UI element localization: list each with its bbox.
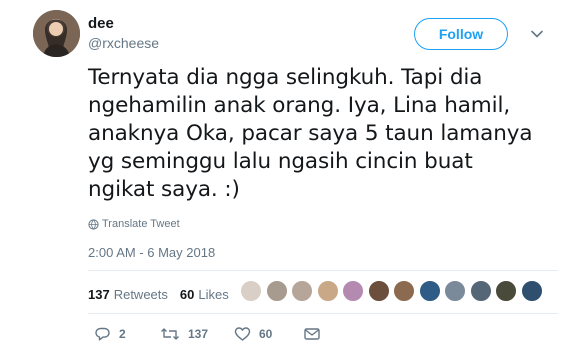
retweets-label[interactable]: Retweets [114, 287, 168, 302]
liker-avatar[interactable] [291, 280, 313, 302]
liker-avatars [240, 280, 546, 302]
display-name[interactable]: dee [88, 15, 159, 33]
avatar[interactable] [33, 10, 80, 57]
tweet-text: Ternyata dia ngga selingkuh. Tapi dia ng… [88, 65, 533, 202]
like-button[interactable]: 60 [234, 326, 272, 342]
liker-avatar[interactable] [240, 280, 262, 302]
divider [88, 270, 558, 271]
tweet-actions: 2 137 60 [88, 326, 488, 346]
retweet-icon [161, 328, 179, 340]
heart-icon [234, 327, 251, 341]
tweet-header: dee @rxcheese Follow [33, 10, 553, 58]
liker-avatar[interactable] [342, 280, 364, 302]
translate-tweet-link[interactable]: Translate Tweet [88, 218, 180, 230]
liker-avatar[interactable] [520, 280, 543, 302]
user-handle[interactable]: @rxcheese [88, 34, 159, 52]
follow-button[interactable]: Follow [414, 18, 508, 50]
retweet-button[interactable]: 137 [160, 326, 208, 342]
liker-avatar[interactable] [316, 280, 339, 302]
user-info: dee @rxcheese [88, 15, 159, 52]
liker-avatar[interactable] [418, 280, 441, 302]
envelope-icon [304, 328, 320, 340]
chevron-down-icon[interactable] [530, 27, 544, 41]
liker-avatar[interactable] [265, 280, 288, 302]
divider [88, 313, 558, 314]
reply-button[interactable]: 2 [94, 326, 126, 342]
likes-label[interactable]: Likes [198, 287, 228, 302]
liker-avatar[interactable] [495, 280, 517, 302]
liker-avatar[interactable] [367, 280, 390, 302]
liker-avatar[interactable] [444, 280, 466, 302]
globe-icon [88, 218, 99, 230]
tweet-stats: 137 Retweets 60 Likes [88, 284, 241, 304]
translate-label: Translate Tweet [102, 218, 180, 230]
like-count: 60 [259, 327, 273, 341]
liker-avatar[interactable] [393, 280, 415, 302]
reply-icon [95, 327, 110, 341]
retweet-count: 137 [188, 327, 209, 341]
likes-count[interactable]: 60 [180, 287, 194, 302]
liker-avatar[interactable] [469, 280, 492, 302]
retweets-count[interactable]: 137 [88, 287, 110, 302]
timestamp[interactable]: 2:00 AM - 6 May 2018 [88, 245, 215, 260]
direct-message-button[interactable] [303, 326, 321, 342]
reply-count: 2 [119, 327, 126, 341]
